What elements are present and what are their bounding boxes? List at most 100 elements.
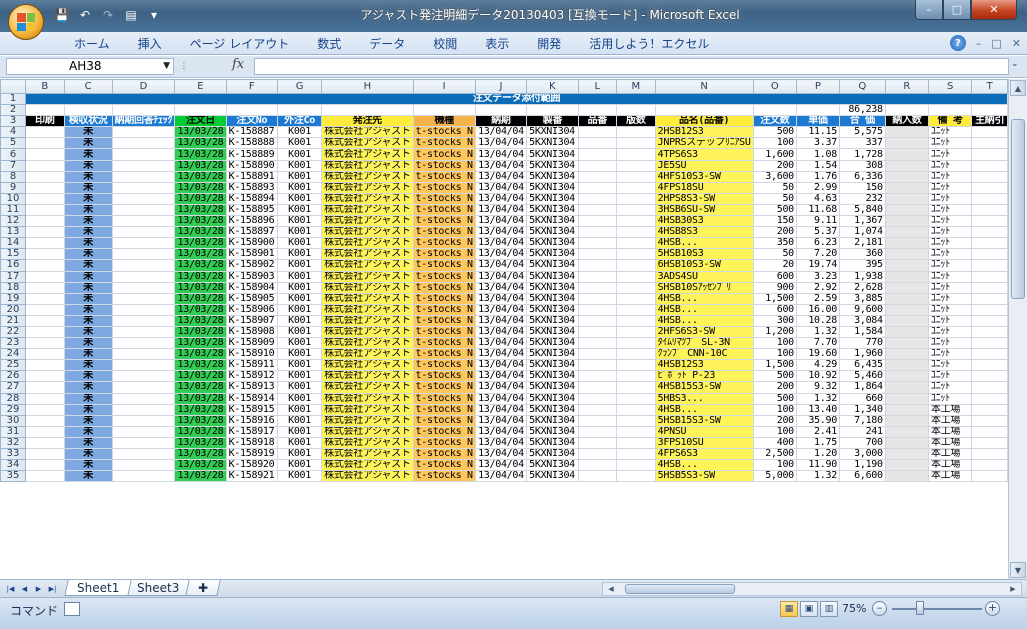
row-header[interactable]: 2 [0, 104, 27, 117]
quantity-cell[interactable]: 100 [752, 459, 797, 472]
due-date-cell[interactable]: 13/04/04 [474, 470, 528, 483]
supplier-cell[interactable]: 株式会社アジャスト [321, 126, 414, 139]
order-date-cell[interactable]: 13/03/28 [174, 459, 227, 472]
model-cell[interactable]: t-stocks N [412, 314, 476, 327]
job-no-cell[interactable]: 5KXNI304 [526, 325, 579, 339]
amount-cell[interactable]: 1,340 [838, 403, 886, 416]
unit-price-cell[interactable]: 10.92 [795, 370, 840, 383]
delivery-check-cell[interactable] [111, 192, 176, 205]
supplier-cell[interactable]: 株式会社アジャスト [321, 403, 414, 416]
undo-icon[interactable]: ↶ [75, 6, 95, 24]
model-cell[interactable]: t-stocks N [412, 325, 476, 339]
minimize-button[interactable]: – [915, 0, 943, 20]
revision-cell[interactable] [616, 181, 656, 194]
order-date-cell[interactable]: 13/03/28 [174, 281, 227, 294]
revision-cell[interactable] [616, 403, 656, 416]
vendor-code-cell[interactable]: K001 [276, 436, 323, 450]
delivered-qty-cell[interactable] [884, 226, 930, 239]
model-cell[interactable]: t-stocks N [412, 459, 476, 472]
unit-price-cell[interactable]: 13.40 [795, 403, 840, 416]
grid-cell[interactable] [25, 104, 65, 117]
order-date-cell[interactable]: 13/03/28 [174, 259, 227, 272]
row-header[interactable]: 24 [0, 348, 27, 361]
remarks-cell[interactable]: 本工場 [928, 414, 973, 427]
due-date-cell[interactable]: 13/04/04 [474, 159, 528, 172]
order-date-cell[interactable]: 13/03/28 [174, 137, 227, 150]
insert-sheet-icon[interactable]: ✚ [184, 580, 221, 596]
delivery-check-cell[interactable] [111, 203, 176, 217]
model-cell[interactable]: t-stocks N [412, 259, 476, 272]
zoom-in-button[interactable]: + [985, 601, 1000, 616]
quantity-cell[interactable]: 500 [752, 392, 797, 405]
workbook-restore-button[interactable]: □ [991, 37, 1001, 50]
remarks-cell[interactable]: ﾕﾆｯﾄ [928, 359, 973, 372]
grid-cell[interactable] [225, 104, 279, 117]
due-date-cell[interactable]: 13/04/04 [474, 248, 528, 261]
model-cell[interactable]: t-stocks N [412, 148, 476, 161]
revision-cell[interactable] [616, 170, 656, 183]
vendor-code-cell[interactable]: K001 [276, 159, 323, 172]
vendor-code-cell[interactable]: K001 [276, 237, 323, 250]
delivered-qty-cell[interactable] [884, 470, 930, 483]
quantity-cell[interactable]: 900 [752, 281, 797, 294]
grid-cell[interactable] [971, 303, 1008, 316]
grid-cell[interactable] [321, 104, 414, 117]
amount-cell[interactable]: 360 [838, 248, 886, 261]
horizontal-scroll-thumb[interactable] [625, 584, 735, 594]
column-header[interactable]: P [795, 79, 840, 94]
column-header[interactable]: G [276, 79, 323, 94]
supplier-cell[interactable]: 株式会社アジャスト [321, 359, 414, 372]
product-name-cell[interactable]: 4HFS10S3-SW [654, 170, 754, 183]
quantity-cell[interactable]: 350 [752, 237, 797, 250]
amount-cell[interactable]: 9,600 [838, 303, 886, 316]
vendor-code-cell[interactable]: K001 [276, 137, 323, 150]
row-header[interactable]: 15 [0, 248, 27, 261]
unit-price-cell[interactable]: 7.70 [795, 337, 840, 350]
column-header[interactable]: O [752, 79, 797, 94]
print-cell[interactable] [25, 314, 65, 327]
remarks-cell[interactable]: ﾕﾆｯﾄ [928, 325, 973, 339]
due-date-cell[interactable]: 13/04/04 [474, 215, 528, 228]
delivery-check-cell[interactable] [111, 381, 176, 394]
delivery-check-cell[interactable] [111, 436, 176, 450]
vendor-code-cell[interactable]: K001 [276, 337, 323, 350]
row-header[interactable]: 14 [0, 237, 27, 250]
row-header[interactable]: 18 [0, 281, 27, 294]
row-header[interactable]: 25 [0, 359, 27, 372]
model-cell[interactable]: t-stocks N [412, 281, 476, 294]
vertical-scrollbar[interactable]: ▲ ▼ [1008, 79, 1027, 579]
supplier-cell[interactable]: 株式会社アジャスト [321, 148, 414, 161]
job-no-cell[interactable]: 5KXNI304 [526, 414, 579, 427]
order-no-cell[interactable]: K-158889 [225, 148, 279, 161]
grid-cell[interactable] [971, 226, 1008, 239]
unit-price-cell[interactable]: 16.00 [795, 303, 840, 316]
row-header[interactable]: 10 [0, 192, 27, 205]
model-cell[interactable]: t-stocks N [412, 215, 476, 228]
order-no-cell[interactable]: K-158890 [225, 159, 279, 172]
row-header[interactable]: 12 [0, 215, 27, 228]
model-cell[interactable]: t-stocks N [412, 414, 476, 427]
delivered-qty-cell[interactable] [884, 259, 930, 272]
job-no-cell[interactable]: 5KXNI304 [526, 226, 579, 239]
supplier-cell[interactable]: 株式会社アジャスト [321, 137, 414, 150]
job-no-cell[interactable]: 5KXNI304 [526, 303, 579, 316]
unit-price-cell[interactable]: 1.76 [795, 170, 840, 183]
remarks-cell[interactable]: 本工場 [928, 425, 973, 438]
workbook-close-button[interactable]: ✕ [1012, 37, 1021, 50]
due-date-cell[interactable]: 13/04/04 [474, 359, 528, 372]
unit-price-cell[interactable]: 4.63 [795, 192, 840, 205]
revision-cell[interactable] [616, 203, 656, 217]
order-date-cell[interactable]: 13/03/28 [174, 203, 227, 217]
supplier-cell[interactable]: 株式会社アジャスト [321, 259, 414, 272]
select-all-corner[interactable] [0, 79, 27, 94]
product-name-cell[interactable]: ﾋﾟﾎﾞｯﾄ P-23 [654, 370, 754, 383]
inspection-status-cell[interactable]: 未 [63, 370, 113, 383]
vertical-scroll-thumb[interactable] [1011, 119, 1025, 299]
part-no-cell[interactable] [577, 203, 618, 217]
revision-cell[interactable] [616, 414, 656, 427]
product-name-cell[interactable]: 4HSB30S3 [654, 215, 754, 228]
delivered-qty-cell[interactable] [884, 137, 930, 150]
part-no-cell[interactable] [577, 270, 618, 283]
delivered-qty-cell[interactable] [884, 359, 930, 372]
row-header[interactable]: 16 [0, 259, 27, 272]
